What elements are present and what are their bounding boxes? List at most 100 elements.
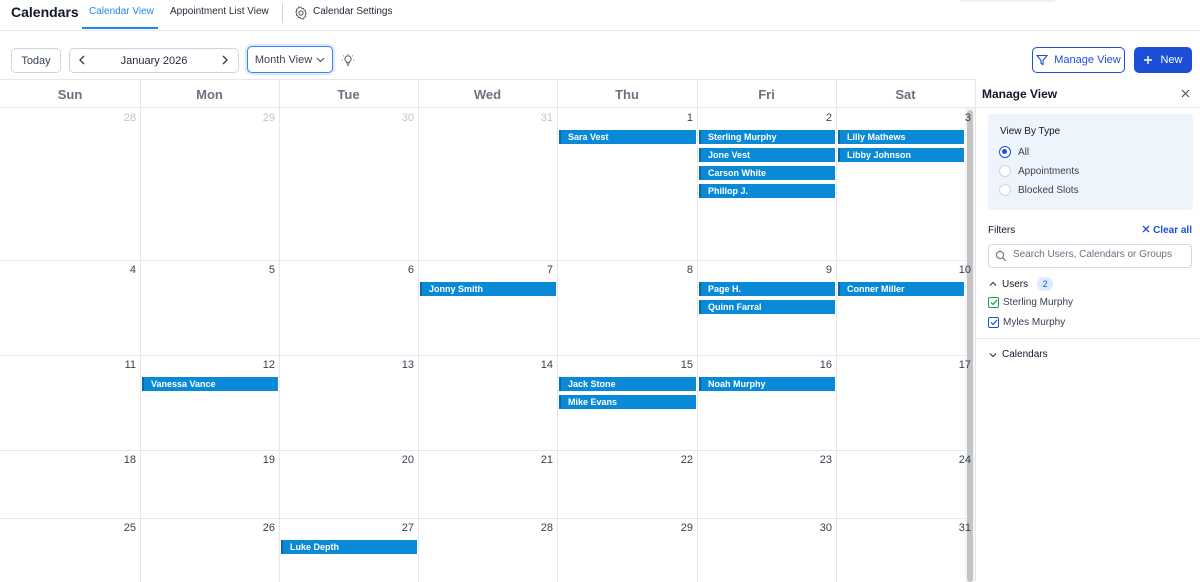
user-name: Sterling Murphy [1003,297,1074,308]
manage-view-button[interactable]: Manage View [1032,47,1125,73]
day-number[interactable]: 18 [106,454,136,466]
day-number[interactable]: 21 [523,454,553,466]
next-month-button[interactable] [218,53,232,67]
new-button[interactable]: New [1134,47,1192,73]
calendar-scrollbar[interactable] [965,108,975,582]
calendar-event[interactable]: Jone Vest [699,148,835,162]
weekday-label: Thu [615,87,639,102]
day-number[interactable]: 7 [523,264,553,276]
calendar-event[interactable]: Carson White [699,166,835,180]
view-by-type-label: View By Type [1000,126,1061,137]
radio-button[interactable] [999,165,1011,177]
user-checkbox[interactable] [988,317,999,328]
day-number[interactable]: 30 [802,522,832,534]
filter-search-box[interactable] [988,244,1192,268]
calendar-event[interactable]: Mike Evans [559,395,696,409]
chevron-down-icon [989,352,997,357]
day-number[interactable]: 19 [245,454,275,466]
clear-all-button[interactable]: Clear all [1142,225,1192,236]
day-number[interactable]: 13 [384,359,414,371]
current-month-label: January 2026 [120,55,188,67]
day-number[interactable]: 16 [802,359,832,371]
day-number[interactable]: 28 [523,522,553,534]
view-mode-select[interactable]: Month View [247,46,333,73]
calendar-event[interactable]: Phillop J. [699,184,835,198]
calendar-event[interactable]: Sterling Murphy [699,130,835,144]
user-filter-sterling-murphy[interactable]: Sterling Murphy [988,297,1073,308]
day-number[interactable]: 1 [663,112,693,124]
calendar-event[interactable]: Jack Stone [559,377,696,391]
users-count-badge: 2 [1037,277,1054,291]
users-section-toggle[interactable]: Users 2 [988,277,1054,291]
day-number[interactable]: 22 [663,454,693,466]
day-number[interactable]: 12 [245,359,275,371]
day-number[interactable]: 14 [523,359,553,371]
day-number[interactable]: 4 [106,264,136,276]
day-number[interactable]: 29 [245,112,275,124]
gear-icon[interactable] [294,6,308,20]
radio-button[interactable] [999,146,1011,158]
day-number[interactable]: 17 [941,359,971,371]
radio-option-all[interactable]: All [999,146,1029,158]
radio-button[interactable] [999,184,1011,196]
tab-calendar-view[interactable]: Calendar View [89,6,154,17]
prev-month-button[interactable] [75,53,89,67]
tab-appointment-list-view[interactable]: Appointment List View [170,6,269,17]
weekday-label: Tue [337,87,360,102]
close-icon[interactable] [1181,89,1190,98]
row-divider [0,260,965,261]
month-calendar: Sun Mon Tue Wed Thu Fri Sat 28 29 30 31 1 Sara Vest… [0,79,975,582]
day-number[interactable]: 31 [523,112,553,124]
radio-option-blocked-slots[interactable]: Blocked Slots [999,184,1079,196]
lightbulb-icon[interactable] [341,53,355,67]
day-number[interactable]: 29 [663,522,693,534]
radio-option-appointments[interactable]: Appointments [999,165,1079,177]
day-number[interactable]: 30 [384,112,414,124]
calendar-event[interactable]: Page H. [699,282,835,296]
section-divider [976,338,1200,339]
day-number[interactable]: 9 [802,264,832,276]
calendar-event[interactable]: Noah Murphy [699,377,835,391]
checkmark-icon [990,299,997,306]
day-number[interactable]: 2 [802,112,832,124]
day-number[interactable]: 25 [106,522,136,534]
user-checkbox[interactable] [988,297,999,308]
day-number[interactable]: 11 [106,359,136,371]
calendar-event[interactable]: Conner Miller [838,282,964,296]
day-number[interactable]: 24 [941,454,971,466]
day-number[interactable]: 28 [106,112,136,124]
scrollbar-thumb[interactable] [967,110,973,582]
day-number[interactable]: 15 [663,359,693,371]
calendar-event[interactable]: Vanessa Vance [142,377,278,391]
day-number[interactable]: 23 [802,454,832,466]
filter-icon [1036,54,1049,66]
calendar-event[interactable]: Libby Johnson [838,148,964,162]
top-right-placeholder [960,0,1055,2]
day-number[interactable]: 6 [384,264,414,276]
active-tab-indicator [82,27,158,29]
day-number[interactable]: 20 [384,454,414,466]
view-by-type-section: View By Type All Appointments Blocked Sl… [988,114,1193,210]
radio-label: Blocked Slots [1018,184,1079,196]
day-number[interactable]: 3 [941,112,971,124]
day-number[interactable]: 27 [384,522,414,534]
day-number[interactable]: 26 [245,522,275,534]
calendars-section-toggle[interactable]: Calendars [988,349,1048,360]
panel-divider [976,107,1200,108]
day-number[interactable]: 5 [245,264,275,276]
calendar-event[interactable]: Lilly Mathews [838,130,964,144]
column-divider [836,80,837,582]
day-number[interactable]: 8 [663,264,693,276]
column-divider [418,80,419,582]
calendar-event[interactable]: Jonny Smith [420,282,556,296]
day-number[interactable]: 10 [941,264,971,276]
today-button[interactable]: Today [11,48,61,73]
calendar-event[interactable]: Quinn Farral [699,300,835,314]
calendar-event[interactable]: Luke Depth [281,540,417,554]
tab-divider [282,3,283,23]
calendar-event[interactable]: Sara Vest [559,130,696,144]
filter-search-input[interactable] [1013,249,1188,260]
day-number[interactable]: 31 [941,522,971,534]
user-filter-myles-murphy[interactable]: Myles Murphy [988,317,1065,328]
tab-calendar-settings[interactable]: Calendar Settings [313,6,393,17]
